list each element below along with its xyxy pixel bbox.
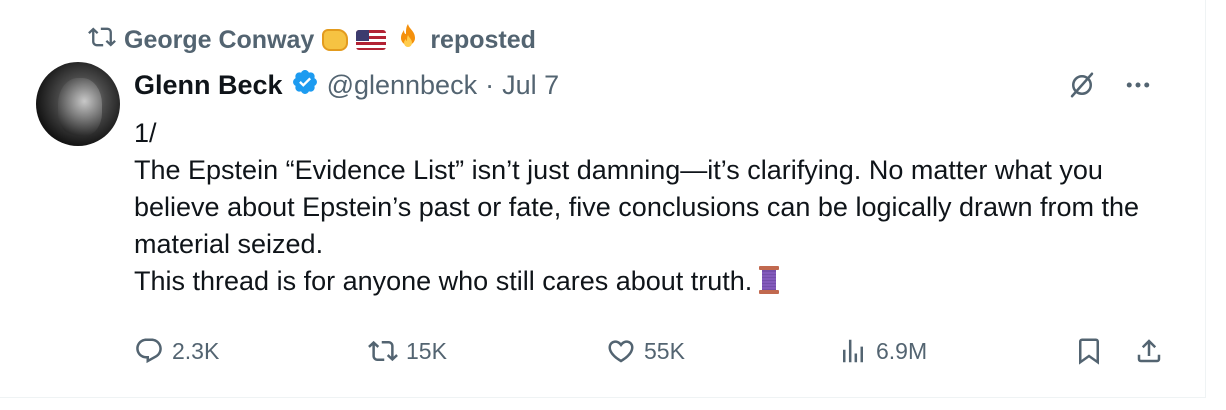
oncoming-fist-icon — [322, 29, 349, 51]
views-count: 6.9M — [876, 337, 928, 364]
fire-icon — [394, 23, 422, 58]
like-button[interactable]: 55K — [606, 336, 685, 366]
repost-label: reposted — [430, 25, 536, 54]
like-count: 55K — [644, 337, 685, 364]
views-button[interactable]: 6.9M — [838, 336, 927, 366]
avatar[interactable] — [36, 62, 120, 146]
verified-badge-icon[interactable] — [291, 68, 319, 103]
reply-button[interactable]: 2.3K — [134, 336, 219, 366]
tweet-text: 1/ The Epstein “Evidence List” isn’t jus… — [134, 118, 1140, 296]
repost-button[interactable]: 15K — [368, 336, 447, 366]
share-icon — [1137, 339, 1161, 363]
repost-icon — [88, 23, 116, 58]
reply-count: 2.3K — [172, 337, 220, 364]
repost-action-icon — [368, 340, 398, 362]
heart-icon — [608, 340, 634, 363]
author-name[interactable]: Glenn Beck — [134, 70, 283, 101]
us-flag-icon — [356, 30, 387, 50]
tweet-header: Glenn Beck @glennbeck · Jul 7 — [134, 66, 559, 104]
repost-context[interactable]: George Conway reposted — [88, 23, 536, 58]
thread-icon — [759, 266, 780, 294]
bookmark-icon — [1079, 338, 1099, 365]
separator: · — [485, 69, 495, 100]
tweet-date[interactable]: Jul 7 — [502, 70, 559, 101]
repost-user-name[interactable]: George Conway — [124, 26, 314, 55]
tweet-card[interactable]: George Conway reposted Glenn Beck @glenn… — [0, 0, 1206, 398]
tweet-body: 1/ The Epstein “Evidence List” isn’t jus… — [134, 115, 1144, 300]
views-icon — [843, 339, 863, 363]
action-bar: 2.3K 15K 55K 6.9M — [134, 336, 1170, 372]
share-button[interactable] — [1134, 336, 1164, 366]
grok-icon[interactable] — [1067, 70, 1097, 105]
author-handle[interactable]: @glennbeck — [327, 70, 478, 101]
bookmark-button[interactable] — [1074, 336, 1104, 366]
top-actions — [1067, 70, 1153, 105]
more-options-icon[interactable] — [1123, 70, 1153, 105]
reply-icon — [136, 338, 162, 364]
repost-count: 15K — [406, 337, 447, 364]
